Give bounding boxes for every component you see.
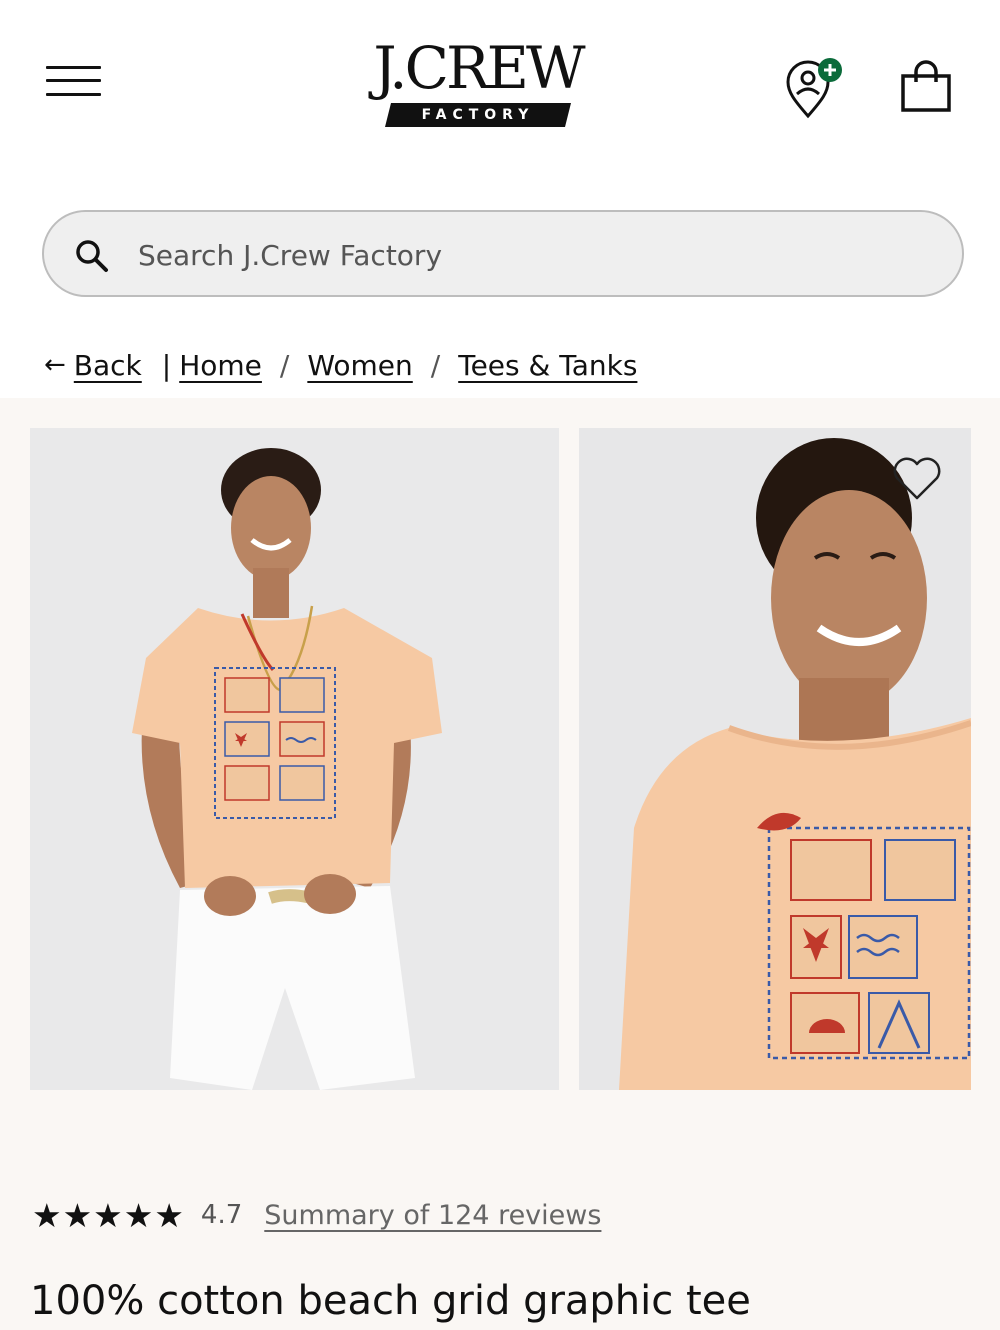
star-rating: ★★★★★ bbox=[32, 1195, 185, 1235]
search-bar[interactable] bbox=[42, 210, 964, 297]
store-locator-icon[interactable] bbox=[784, 56, 848, 120]
breadcrumb-separator: / bbox=[279, 348, 290, 382]
breadcrumb-women[interactable]: Women bbox=[307, 349, 412, 382]
product-image-closeup[interactable] bbox=[579, 428, 971, 1090]
product-image-full-body[interactable] bbox=[30, 428, 559, 1090]
logo-factory-text: FACTORY bbox=[421, 107, 535, 123]
reviews-summary: ★★★★★ 4.7 Summary of 124 reviews bbox=[32, 1193, 601, 1237]
logo-wordmark: J.CREW bbox=[373, 34, 585, 102]
breadcrumb: ← Back | Home / Women / Tees & Tanks bbox=[44, 343, 637, 387]
breadcrumb-tees-tanks[interactable]: Tees & Tanks bbox=[458, 349, 637, 382]
rating-value: 4.7 bbox=[200, 1200, 243, 1230]
heart-icon[interactable] bbox=[891, 456, 943, 502]
breadcrumb-separator: / bbox=[430, 348, 441, 382]
search-input[interactable] bbox=[138, 232, 918, 278]
jcrew-factory-logo[interactable]: J.CREW FACTORY bbox=[358, 36, 598, 132]
hamburger-menu-icon[interactable] bbox=[46, 64, 102, 100]
logo-factory-band: FACTORY bbox=[385, 103, 571, 127]
back-link[interactable]: Back bbox=[74, 349, 142, 382]
product-gallery bbox=[0, 398, 1000, 1330]
breadcrumb-pipe: | bbox=[161, 348, 172, 382]
search-icon[interactable] bbox=[74, 238, 110, 274]
reviews-summary-link[interactable]: Summary of 124 reviews bbox=[264, 1200, 601, 1231]
shopping-bag-icon[interactable] bbox=[900, 60, 954, 114]
back-arrow-icon[interactable]: ← bbox=[44, 350, 66, 380]
site-header: J.CREW FACTORY bbox=[0, 0, 1000, 170]
breadcrumb-home[interactable]: Home bbox=[179, 349, 262, 382]
